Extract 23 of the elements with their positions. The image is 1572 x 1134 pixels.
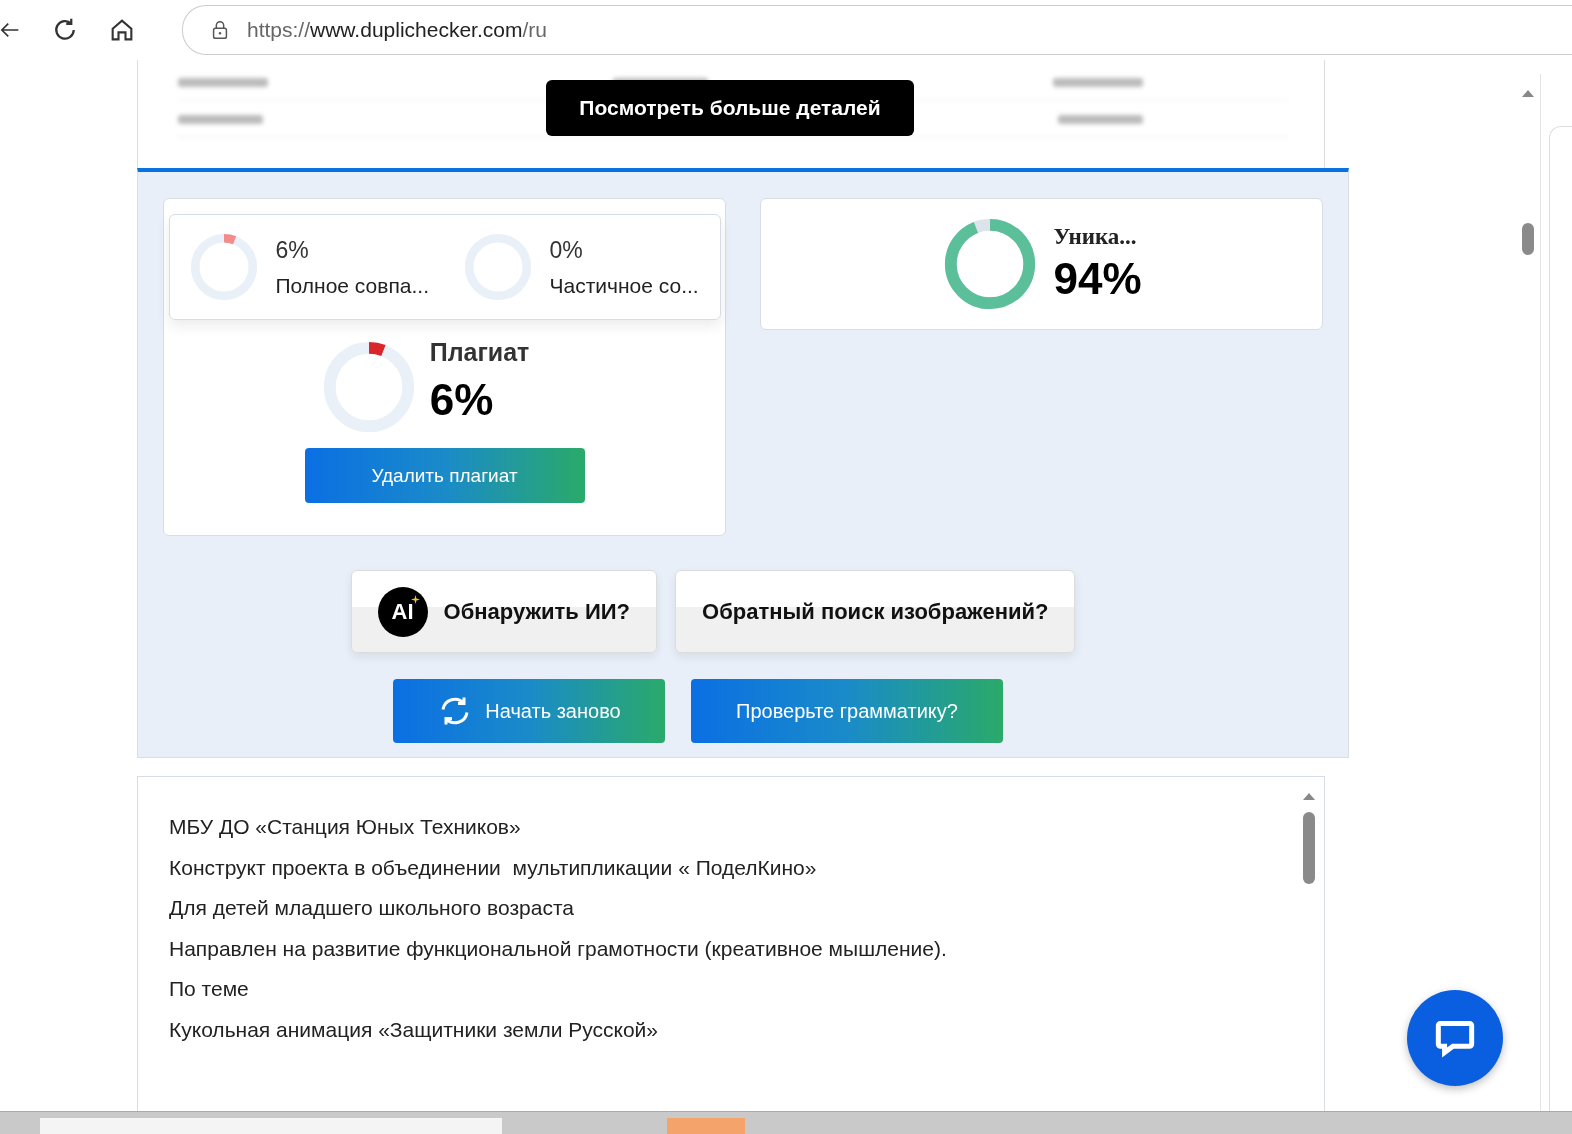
text-line: По теме (169, 977, 250, 1002)
text-line: Направлен на развитие функциональной грамотности (креативное мышление). (169, 936, 948, 962)
address-field[interactable]: https://www.duplichecker.com/ru (182, 5, 1572, 55)
match-percent: 0% (549, 236, 584, 264)
ai-icon: AI (377, 586, 428, 637)
unique-percent: 94% (1053, 254, 1142, 304)
reverse-image-search-button[interactable]: Обратный поиск изображений? (675, 570, 1076, 653)
chat-button[interactable] (1407, 990, 1503, 1086)
details-button[interactable]: Посмотреть больше деталей (546, 80, 914, 136)
match-percent: 6% (275, 236, 310, 264)
plagiarism-percent: 6% (429, 375, 495, 425)
text-line: Для детей младшего школьного возраста (169, 896, 575, 921)
match-label: Частичное со... (549, 273, 699, 298)
text-line: МБУ ДО «Станция Юных Техников» (169, 815, 522, 840)
plagiarism-title: Плагиат (429, 338, 530, 367)
text-line: Кукольная анимация «Защитники земли Русской» (169, 1017, 659, 1043)
grammar-check-button[interactable]: Проверьте грамматику? (691, 679, 1003, 743)
text-line: Конструкт проекта в объединении мультипликации « ПоделКино» (169, 855, 818, 881)
unique-title: Уника... (1053, 224, 1138, 250)
restart-button[interactable]: Начать заново (393, 679, 665, 743)
detect-ai-button[interactable]: AI Обнаружить ИИ? (350, 570, 658, 653)
match-label: Полное совпа... (275, 273, 429, 298)
remove-plagiarism-button[interactable]: Удалить плагиат (304, 448, 585, 503)
